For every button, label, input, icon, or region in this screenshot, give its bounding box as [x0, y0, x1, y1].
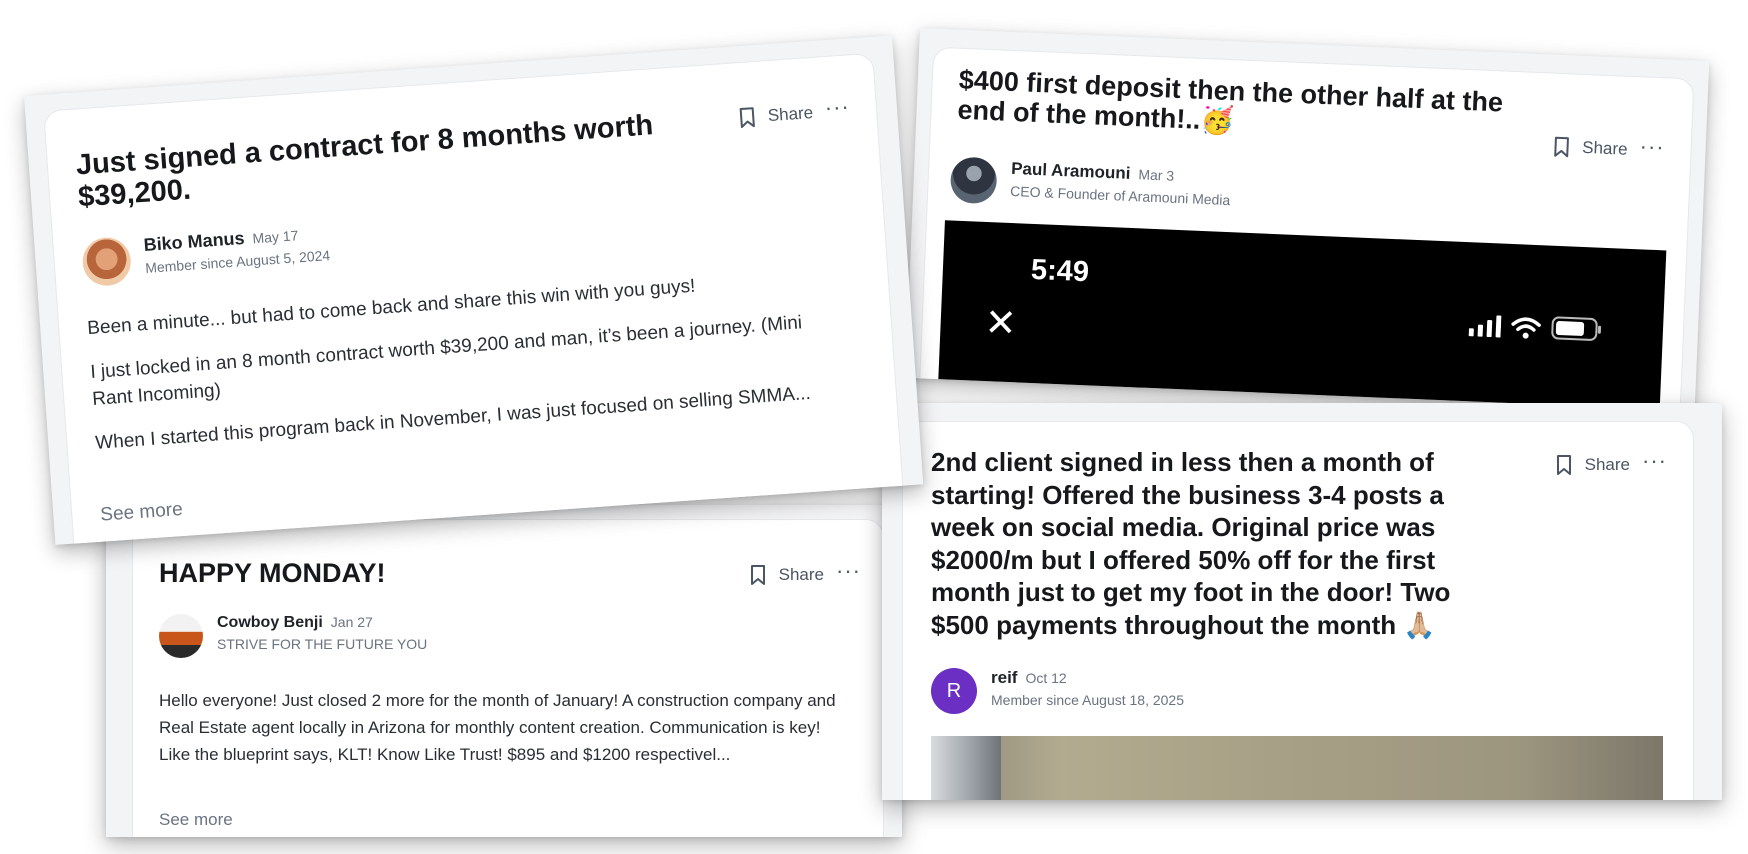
- post-body: Been a minute... but had to come back an…: [86, 264, 835, 473]
- avatar[interactable]: [81, 236, 133, 288]
- more-options-icon[interactable]: ···: [1642, 450, 1667, 474]
- author-name[interactable]: Cowboy Benji: [217, 614, 323, 631]
- post-card[interactable]: 2nd client signed in less then a month o…: [902, 421, 1694, 800]
- author-subtitle: STRIVE FOR THE FUTURE YOU: [217, 636, 428, 652]
- post-title[interactable]: Just signed a contract for 8 months wort…: [75, 108, 678, 215]
- author-name[interactable]: Biko Manus: [143, 228, 245, 255]
- share-button[interactable]: Share: [1585, 455, 1630, 475]
- post-card[interactable]: HAPPY MONDAY! Share ··· Cowboy Benji Jan …: [132, 519, 884, 837]
- avatar-initial: R: [946, 679, 962, 702]
- author-name[interactable]: Paul Aramouni: [1011, 159, 1131, 183]
- post-title[interactable]: HAPPY MONDAY!: [159, 558, 386, 588]
- more-options-icon[interactable]: ···: [824, 93, 851, 121]
- post-author: R reif Oct 12 Member since August 18, 202…: [931, 668, 1184, 714]
- author-name[interactable]: reif: [991, 668, 1017, 687]
- post-date: Mar 3: [1138, 166, 1175, 184]
- battery-icon: [1551, 316, 1602, 341]
- post-actions: Share ···: [1552, 133, 1665, 163]
- avatar[interactable]: [159, 614, 203, 658]
- post-card[interactable]: $400 first deposit then the other half a…: [916, 46, 1695, 411]
- phone-time: 5:49: [1030, 253, 1090, 289]
- post-body: Hello everyone! Just closed 2 more for t…: [159, 688, 849, 785]
- post-card[interactable]: Just signed a contract for 8 months wort…: [43, 52, 906, 545]
- post-text: Hello everyone! Just closed 2 more for t…: [159, 691, 836, 764]
- post-actions: Share ···: [1555, 450, 1667, 476]
- post-screenshot-deposit: $400 first deposit then the other half a…: [905, 28, 1710, 411]
- post-title[interactable]: 2nd client signed in less then a month o…: [931, 446, 1491, 641]
- see-more-link[interactable]: See more: [159, 810, 233, 830]
- post-media-photo[interactable]: [931, 736, 1663, 800]
- post-author: Biko Manus May 17 Member since August 5, …: [81, 222, 331, 288]
- wifi-icon: [1511, 317, 1541, 339]
- signal-icon: [1468, 315, 1502, 338]
- avatar[interactable]: [949, 156, 998, 205]
- post-screenshot-contract: Just signed a contract for 8 months wort…: [24, 35, 924, 545]
- bookmark-icon[interactable]: [749, 564, 767, 586]
- post-date: Oct 12: [1025, 670, 1067, 686]
- photo-door-frame: [931, 736, 1001, 800]
- more-options-icon[interactable]: ···: [1639, 133, 1665, 160]
- post-author: Cowboy Benji Jan 27 STRIVE FOR THE FUTURE…: [159, 614, 427, 658]
- share-button[interactable]: Share: [779, 565, 824, 585]
- close-icon[interactable]: ✕: [984, 300, 1018, 346]
- see-more-link[interactable]: See more: [100, 499, 184, 527]
- bookmark-icon[interactable]: [1552, 136, 1571, 159]
- bookmark-icon[interactable]: [737, 106, 756, 129]
- post-author: Paul Aramouni Mar 3 CEO & Founder of Aram…: [949, 156, 1232, 214]
- author-subtitle: Member since August 18, 2025: [991, 692, 1185, 708]
- post-title[interactable]: $400 first deposit then the other half a…: [957, 65, 1519, 149]
- post-screenshot-client: 2nd client signed in less then a month o…: [882, 403, 1722, 800]
- avatar[interactable]: R: [931, 668, 977, 714]
- share-button[interactable]: Share: [767, 103, 814, 126]
- post-date: Jan 27: [330, 614, 373, 630]
- share-button[interactable]: Share: [1582, 138, 1628, 160]
- bookmark-icon[interactable]: [1555, 454, 1573, 476]
- post-media-phone-screenshot[interactable]: 5:49 ✕: [936, 220, 1667, 411]
- more-options-icon[interactable]: ···: [836, 560, 861, 584]
- post-actions: Share ···: [749, 560, 861, 586]
- post-date: May 17: [251, 227, 299, 247]
- post-screenshot-monday: HAPPY MONDAY! Share ··· Cowboy Benji Jan …: [106, 505, 902, 837]
- phone-status-bar: [1468, 312, 1604, 342]
- post-actions: Share ···: [737, 93, 851, 129]
